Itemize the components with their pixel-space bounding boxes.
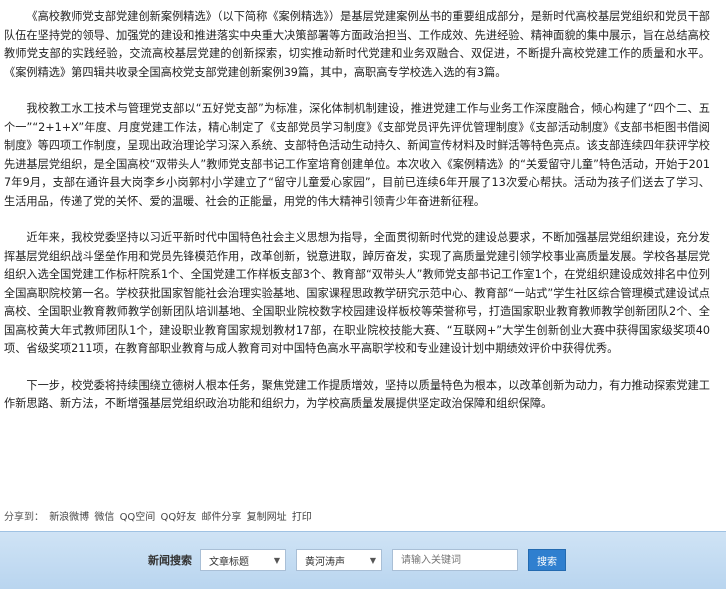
search-field-select[interactable]: 文章标题 ▼ [200, 549, 286, 571]
article-paragraph: 《高校教师党支部党建创新案例精选》（以下简称《案例精选》）是基层党建案例丛书的重… [4, 10, 710, 79]
share-weibo-link[interactable]: 新浪微博 [49, 512, 89, 523]
share-label: 分享到： [4, 512, 44, 523]
article-paragraph: 我校教工水工技术与管理党支部以“五好党支部”为标准，深化体制机制建设，推进党建工… [4, 102, 710, 208]
share-qq-friend-link[interactable]: QQ好友 [161, 512, 197, 523]
search-site-value: 黄河涛声 [305, 556, 345, 568]
news-search-bar: 新闻搜索 文章标题 ▼ 黄河涛声 ▼ 搜索 [0, 531, 726, 589]
chevron-down-icon: ▼ [369, 555, 376, 565]
search-keyword-input[interactable] [392, 549, 518, 571]
share-wechat-link[interactable]: 微信 [94, 512, 114, 523]
article-body: 《高校教师党支部党建创新案例精选》（以下简称《案例精选》）是基层党建案例丛书的重… [4, 8, 710, 432]
share-bar: 分享到： 新浪微博 微信 QQ空间 QQ好友 邮件分享 复制网址 打印 [4, 508, 314, 526]
share-copy-url-link[interactable]: 复制网址 [247, 512, 287, 523]
search-site-select[interactable]: 黄河涛声 ▼ [296, 549, 382, 571]
search-button[interactable]: 搜索 [528, 549, 566, 571]
search-form: 新闻搜索 文章标题 ▼ 黄河涛声 ▼ 搜索 [148, 548, 566, 572]
share-print-link[interactable]: 打印 [292, 512, 312, 523]
chevron-down-icon: ▼ [273, 555, 280, 565]
search-field-value: 文章标题 [209, 556, 249, 568]
article-paragraph: 近年来，我校党委坚持以习近平新时代中国特色社会主义思想为指导，全面贯彻新时代党的… [4, 231, 710, 355]
article-paragraph: 下一步，校党委将持续围绕立德树人根本任务，聚焦党建工作提质增效，坚持以质量特色为… [4, 378, 710, 411]
share-email-link[interactable]: 邮件分享 [201, 512, 241, 523]
search-label: 新闻搜索 [148, 554, 192, 567]
share-qzone-link[interactable]: QQ空间 [120, 512, 156, 523]
